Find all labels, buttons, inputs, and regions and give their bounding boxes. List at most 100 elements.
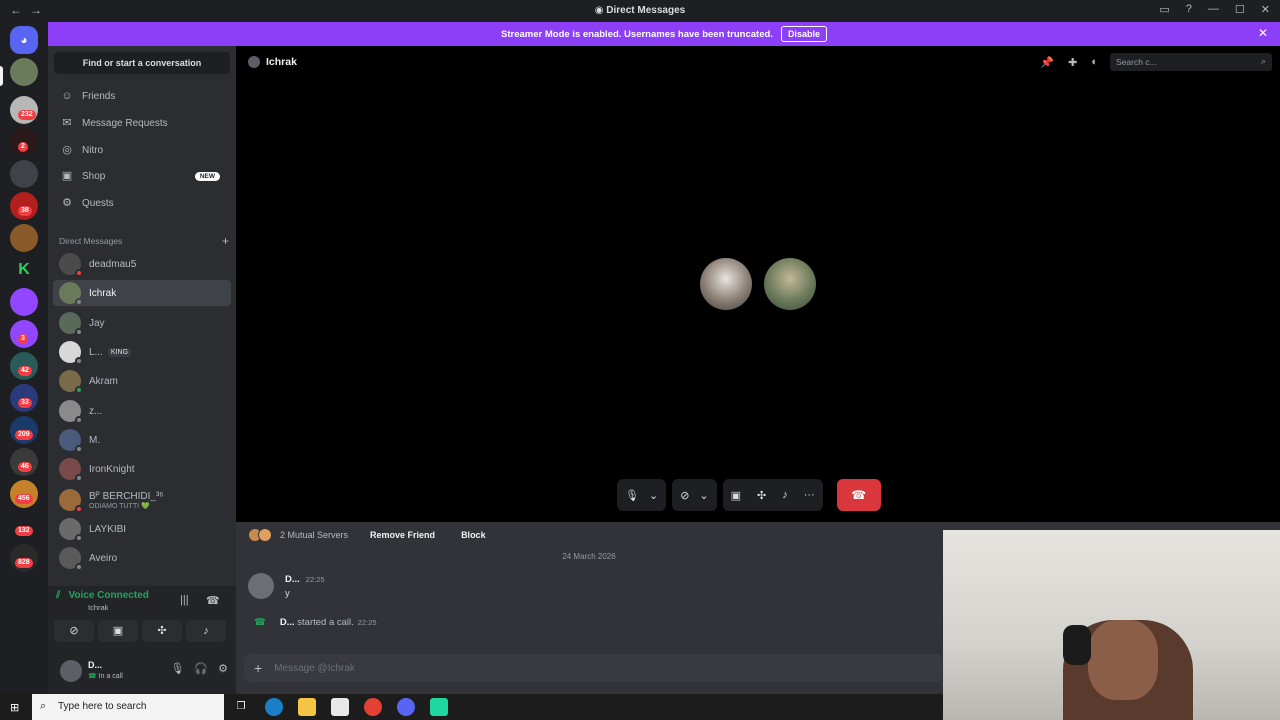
inbox-icon[interactable]: ▭ [1159,3,1169,16]
screenshare-button[interactable]: ▣ [98,620,138,642]
dm-item[interactable]: z... [53,398,231,424]
user-status: In a call [98,673,123,680]
dm-item[interactable]: Bᴾ BERCHIDI_³⁶ ODIAMO TUTTI 💚 [53,486,231,514]
edge-icon[interactable] [265,698,283,716]
camera-control[interactable]: ⊘ ⌄ [672,479,717,511]
search-input[interactable]: Search c... ⌕ [1110,53,1272,71]
twitch-server-icon[interactable] [10,288,38,316]
microphone-icon[interactable]: 🎙 [170,662,184,675]
settings-gear-icon[interactable]: ⚙ [218,662,228,675]
more-options-icon[interactable]: ··· [804,489,815,501]
system-author[interactable]: D... [280,617,295,628]
status-dnd-icon [75,505,83,513]
mic-control[interactable]: 🎙 ⌄ [617,479,667,511]
activities-button[interactable]: ✣ [142,620,182,642]
hangup-button[interactable]: ☎ [836,479,881,511]
close-window-icon[interactable]: ✕ [1261,3,1270,16]
avatar[interactable] [248,573,274,599]
nav-friends[interactable]: ☺ Friends [54,84,230,108]
signal-icon: ⫽ [56,590,61,601]
find-conversation-button[interactable]: Find or start a conversation [54,52,230,74]
remove-friend-button[interactable]: Remove Friend [370,530,435,540]
add-friends-to-dm-icon[interactable]: ✚ [1068,56,1077,69]
dm-item[interactable]: LAYKIBI [53,516,231,542]
block-button[interactable]: Block [461,530,486,540]
kick-server-icon[interactable]: K [10,256,38,284]
date-separator: 24 March 2026 [562,552,616,561]
activities-icon[interactable]: ✣ [757,489,766,502]
mention-badge: 38 [18,206,32,216]
message-author[interactable]: D... [285,574,300,585]
streamer-mode-banner: Streamer Mode is enabled. Usernames have… [48,22,1280,46]
dm-item[interactable]: L... KING [53,339,231,365]
app-icon[interactable] [430,698,448,716]
discord-taskbar-icon[interactable] [397,698,415,716]
avatar [59,489,83,513]
nav-shop[interactable]: ▣ Shop NEW [54,164,230,188]
dm-item[interactable]: deadmau5 [53,251,231,277]
screenshare-icon[interactable]: ▣ [731,489,741,502]
soundboard-icon[interactable]: ♪ [782,489,788,501]
store-icon[interactable] [331,698,349,716]
add-attachment-icon[interactable]: + [254,660,262,676]
server-icon[interactable] [10,160,38,188]
shop-icon: ▣ [61,170,73,182]
dm-item[interactable]: Akram [53,368,231,394]
server-icon[interactable] [10,224,38,252]
dm-header-label: Direct Messages [59,236,123,246]
chrome-icon[interactable] [364,698,382,716]
voice-status-text[interactable]: Voice Connected [68,590,148,601]
create-dm-icon[interactable]: + [222,234,229,248]
maximize-icon[interactable]: ☐ [1235,3,1245,16]
user-panel[interactable]: D... ☎ In a call 🎙 🎧 ⚙ [56,656,228,686]
noise-suppression-icon[interactable]: ||| [180,594,189,606]
chevron-down-icon[interactable]: ⌄ [699,489,708,502]
close-banner-icon[interactable]: ✕ [1258,26,1268,40]
call-participant-avatar[interactable] [700,258,752,310]
headphones-icon[interactable]: 🎧 [194,662,208,675]
dm-custom-status: ODIAMO TUTTI 💚 [89,502,150,510]
dm-item-active[interactable]: Ichrak [53,280,231,306]
dm-item[interactable]: M. [53,427,231,453]
user-profile-icon[interactable]: ◐ [1091,56,1098,69]
disable-button[interactable]: Disable [780,26,827,42]
header-icons: 📌 ✚ ◐ [1040,56,1098,69]
status-offline-icon [75,416,83,424]
server-rail: ◕ 232 2 38 K 3 42 33 209 46 456 132 828 [0,22,48,694]
chevron-down-icon[interactable]: ⌄ [649,489,658,502]
dm-item[interactable]: IronKnight [53,456,231,482]
nav-message-requests[interactable]: ✉ Message Requests [54,111,230,135]
camera-off-icon[interactable]: ⊘ [680,489,689,502]
dm-item[interactable]: Jay [53,310,231,336]
help-icon[interactable]: ? [1186,3,1192,16]
server-icon[interactable] [10,58,38,86]
avatar [59,458,83,482]
nav-nitro[interactable]: ◎ Nitro [54,138,230,162]
disconnect-icon[interactable]: ☎ [206,594,220,607]
soundboard-button[interactable]: ♪ [186,620,226,642]
message-composer[interactable]: + Message @Ichrak [244,654,942,682]
hangup-icon: ☎ [851,488,867,502]
dm-name: Aveiro [89,552,118,564]
voice-channel-name[interactable]: Ichrak [88,603,149,612]
task-view-icon[interactable]: ❐ [232,698,250,716]
file-explorer-icon[interactable] [298,698,316,716]
nav-label: Nitro [82,144,104,156]
user-name: D... [88,660,103,670]
mutual-servers-link[interactable]: 2 Mutual Servers [280,530,348,540]
nav-quests[interactable]: ⚙ Quests [54,191,230,215]
camera-toggle-button[interactable]: ⊘ [54,620,94,642]
discord-home-icon[interactable]: ◕ [10,26,38,54]
microphone-icon[interactable]: 🎙 [625,489,639,502]
mention-badge: 46 [18,462,32,472]
dm-item[interactable]: Aveiro [53,545,231,571]
call-participant-avatar[interactable] [764,258,816,310]
mention-badge: 132 [15,526,33,536]
dm-name: L... [89,346,103,358]
taskbar-search-input[interactable]: ⌕ Type here to search [32,694,224,720]
pin-icon[interactable]: 📌 [1040,56,1054,69]
windows-start-icon[interactable]: ⊞ [10,701,19,714]
minimize-icon[interactable]: — [1208,3,1219,16]
status-offline-icon [75,534,83,542]
status-offline-icon [75,445,83,453]
